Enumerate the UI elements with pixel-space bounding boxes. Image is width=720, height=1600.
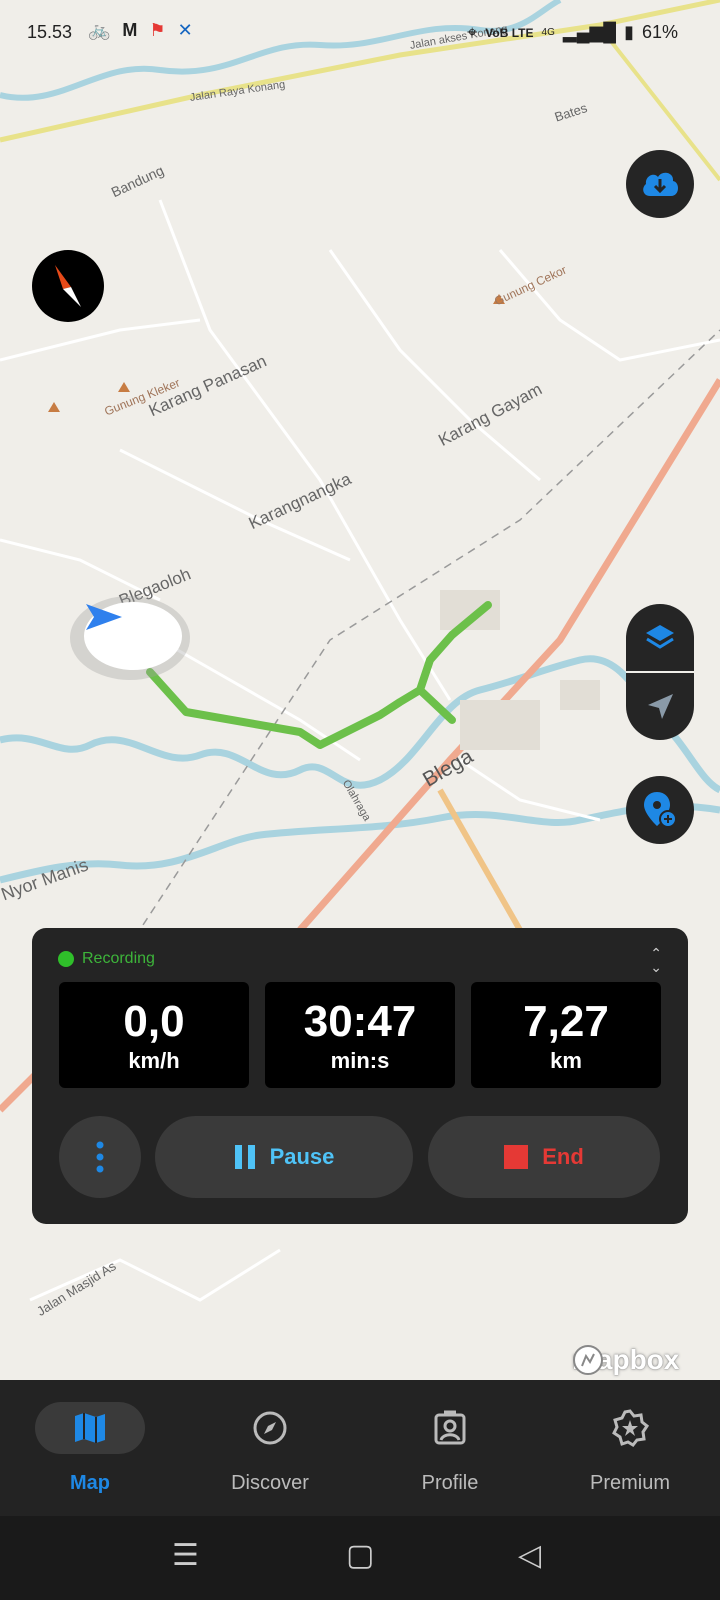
home-button[interactable]: ▢ [346, 1538, 374, 1573]
end-button[interactable]: End [428, 1116, 660, 1198]
nav-icon-container [35, 1402, 145, 1454]
speed-unit: km/h [128, 1048, 180, 1073]
nav-label-discover: Discover [231, 1472, 309, 1494]
navigation-arrow-icon [648, 693, 673, 719]
add-location-button[interactable] [626, 776, 694, 844]
notification-icons: 🚲 M ⚑ ✕ [88, 20, 193, 41]
system-navigation-bar: ☰ ▢ ◁ [0, 1516, 720, 1600]
pause-icon [234, 1145, 255, 1169]
speed-stat: 0,0 km/h [59, 982, 249, 1088]
nav-icon-container [395, 1402, 505, 1454]
nav-item-premium[interactable]: Premium [540, 1380, 720, 1516]
xl-icon: ✕ [177, 20, 193, 40]
distance-value: 7,27 [523, 997, 609, 1046]
heading-arrow-icon [86, 604, 122, 630]
signal-bars-icon: ▂▄▆█ [562, 22, 617, 42]
location-marker [70, 596, 190, 680]
expand-collapse-button[interactable]: ⌃ ⌄ [650, 946, 662, 974]
map-icon [75, 1413, 105, 1443]
chevron-up-icon: ⌃ [650, 945, 662, 961]
nav-icon-container [575, 1402, 685, 1454]
bicycle-icon: 🚲 [88, 20, 111, 40]
nav-item-map[interactable]: Map [0, 1380, 180, 1516]
nav-label-map: Map [70, 1472, 110, 1494]
compass-needle-icon [55, 265, 81, 307]
speed-value: 0,0 [123, 997, 185, 1046]
location-status-icon: ⌖ [467, 22, 478, 42]
nav-icon-container [215, 1402, 325, 1454]
status-time: 15.53 [27, 22, 73, 42]
stop-icon [504, 1145, 529, 1169]
duration-unit: min:s [330, 1048, 390, 1073]
profile-icon [434, 1410, 466, 1445]
network-type: VoB LTE [485, 25, 534, 40]
nav-item-discover[interactable]: Discover [180, 1380, 360, 1516]
distance-stat: 7,27 km [471, 982, 661, 1088]
duration-stat: 30:47 min:s [265, 982, 455, 1088]
map-control-stack [626, 604, 694, 740]
gmail-icon: M [122, 20, 138, 40]
layers-button[interactable] [626, 604, 694, 671]
mapbox-attribution[interactable]: mapbox [572, 1344, 679, 1376]
recent-apps-button[interactable]: ☰ [172, 1538, 199, 1573]
signal-type: 4G [541, 27, 555, 38]
pause-button[interactable]: Pause [155, 1116, 413, 1198]
mapbox-logo-icon [573, 1345, 603, 1375]
distance-unit: km [550, 1048, 582, 1073]
duration-value: 30:47 [303, 997, 417, 1046]
more-options-button[interactable] [59, 1116, 141, 1198]
app-notification-icon: ⚑ [149, 20, 166, 40]
status-bar: 15.53 🚲 M ⚑ ✕ ⌖ VoB LTE 4G ▂▄▆█ ▮ 61% [0, 0, 720, 64]
nav-label-premium: Premium [589, 1472, 670, 1494]
recording-dot-icon [58, 951, 74, 967]
locate-me-button[interactable] [626, 673, 694, 740]
battery-level: 61% [641, 22, 678, 42]
battery-icon: ▮ [624, 22, 634, 42]
compass-button[interactable] [32, 250, 104, 322]
recording-status: Recording [58, 950, 155, 968]
add-location-icon [644, 792, 677, 828]
nav-item-profile[interactable]: Profile [360, 1380, 540, 1516]
recording-panel: Recording ⌃ ⌄ 0,0 km/h 30:47 min:s 7,27 … [32, 928, 688, 1224]
layers-icon [646, 624, 674, 649]
cloud-download-icon [643, 172, 679, 196]
more-vertical-icon [96, 1141, 104, 1173]
chevron-down-icon: ⌄ [650, 959, 662, 975]
back-button[interactable]: ◁ [518, 1538, 541, 1573]
bottom-navigation: Map Discover Profile Premium [0, 1380, 720, 1516]
badge-star-icon [612, 1409, 649, 1447]
nav-label-profile: Profile [421, 1472, 479, 1494]
download-map-button[interactable] [626, 150, 694, 218]
compass-icon [253, 1411, 287, 1445]
